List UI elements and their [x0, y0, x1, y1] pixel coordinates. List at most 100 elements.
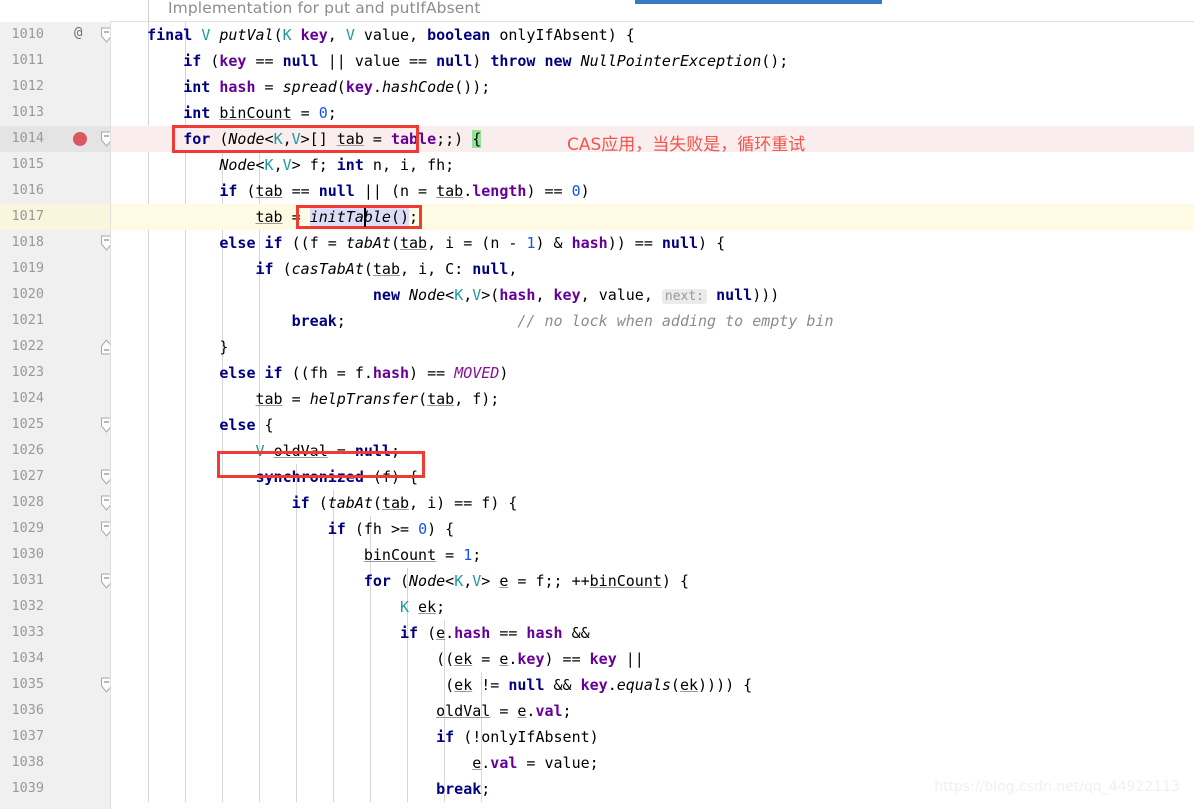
- sticky-section-header: Implementation for put and putIfAbsent: [0, 0, 1194, 22]
- gutter-line[interactable]: 1016: [0, 178, 110, 204]
- gutter-line[interactable]: 1021: [0, 308, 110, 334]
- code-line-text: int binCount = 0;: [183, 104, 337, 122]
- gutter-line[interactable]: 1013: [0, 100, 110, 126]
- gutter-line[interactable]: 1033: [0, 620, 110, 646]
- line-number: 1026: [11, 442, 44, 458]
- code-line[interactable]: }: [111, 334, 1194, 360]
- gutter-line[interactable]: 1037: [0, 724, 110, 750]
- code-line[interactable]: e.val = value;: [111, 750, 1194, 776]
- code-line-text: V oldVal = null;: [255, 442, 401, 460]
- code-line[interactable]: new Node<K,V>(hash, key, value, next: nu…: [111, 282, 1194, 308]
- code-line-text: if (key == null || value == null) throw …: [183, 52, 789, 70]
- code-line[interactable]: int hash = spread(key.hashCode());: [111, 74, 1194, 100]
- code-line[interactable]: else if ((f = tabAt(tab, i = (n - 1) & h…: [111, 230, 1194, 256]
- gutter-line[interactable]: 1024: [0, 386, 110, 412]
- line-number: 1036: [11, 702, 44, 718]
- gutter-line[interactable]: 1035: [0, 672, 112, 698]
- code-line[interactable]: Node<K,V> f; int n, i, fh;: [111, 152, 1194, 178]
- gutter-line[interactable]: 1018: [0, 230, 112, 256]
- code-line[interactable]: if (fh >= 0) {: [111, 516, 1194, 542]
- gutter-line[interactable]: 1014: [0, 126, 112, 152]
- annotation-note-cas: CAS应用，当失败是，循环重试: [567, 135, 806, 155]
- gutter-line[interactable]: 1034: [0, 646, 110, 672]
- code-line[interactable]: if (key == null || value == null) throw …: [111, 48, 1194, 74]
- line-number: 1024: [11, 390, 44, 406]
- gutter-line[interactable]: 1015: [0, 152, 110, 178]
- gutter-line[interactable]: 1027: [0, 464, 112, 490]
- gutter-line[interactable]: 1032: [0, 594, 110, 620]
- code-line[interactable]: tab = initTable();: [111, 204, 1194, 230]
- line-number: 1022: [11, 338, 44, 354]
- override-marker-icon[interactable]: @: [74, 25, 82, 41]
- line-number: 1021: [11, 312, 44, 328]
- code-line[interactable]: if (!onlyIfAbsent): [111, 724, 1194, 750]
- code-line[interactable]: if (tab == null || (n = tab.length) == 0…: [111, 178, 1194, 204]
- code-line-text: e.val = value;: [472, 754, 599, 772]
- code-line-text: for (Node<K,V> e = f;; ++binCount) {: [363, 572, 689, 590]
- line-number: 1015: [11, 156, 44, 172]
- breakpoint-icon[interactable]: [73, 132, 87, 146]
- code-line[interactable]: ((ek = e.key) == key ||: [111, 646, 1194, 672]
- line-number: 1018: [11, 234, 44, 250]
- gutter-line[interactable]: 1010 @: [0, 22, 112, 48]
- code-line[interactable]: int binCount = 0;: [111, 100, 1194, 126]
- code-line[interactable]: else {: [111, 412, 1194, 438]
- gutter-line[interactable]: 1038: [0, 750, 110, 776]
- code-line[interactable]: oldVal = e.val;: [111, 698, 1194, 724]
- code-line[interactable]: V oldVal = null;: [111, 438, 1194, 464]
- editor-gutter[interactable]: 1010 @1011 1012 1013 1014 1015 1016 1017 1018 101…: [0, 22, 112, 809]
- line-number: 1038: [11, 754, 44, 770]
- line-number: 1010: [11, 26, 44, 42]
- line-number: 1027: [11, 468, 44, 484]
- gutter-line[interactable]: 1039: [0, 776, 110, 802]
- code-line-text: Node<K,V> f; int n, i, fh;: [219, 156, 455, 174]
- code-line[interactable]: if (e.hash == hash &&: [111, 620, 1194, 646]
- line-number: 1020: [11, 286, 44, 302]
- code-line-text: if (e.hash == hash &&: [399, 624, 590, 642]
- line-number: 1013: [11, 104, 44, 120]
- code-line[interactable]: tab = helpTransfer(tab, f);: [111, 386, 1194, 412]
- gutter-line[interactable]: 1020: [0, 282, 110, 308]
- line-number: 1023: [11, 364, 44, 380]
- code-line[interactable]: synchronized (f) {: [111, 464, 1194, 490]
- watermark-url: https://blog.csdn.net/qq_44922113: [934, 779, 1180, 795]
- gutter-line[interactable]: 1019: [0, 256, 110, 282]
- code-line-text: final V putVal(K key, V value, boolean o…: [147, 26, 635, 44]
- code-line[interactable]: else if ((fh = f.hash) == MOVED): [111, 360, 1194, 386]
- code-line-text: if (casTabAt(tab, i, C: null,: [255, 260, 518, 278]
- code-line[interactable]: break; // no lock when adding to empty b…: [111, 308, 1194, 334]
- code-line[interactable]: (ek != null && key.equals(ek)))) {: [111, 672, 1194, 698]
- code-line-text: binCount = 1;: [363, 546, 482, 564]
- gutter-line[interactable]: 1028: [0, 490, 112, 516]
- line-number: 1030: [11, 546, 44, 562]
- code-line-text: synchronized (f) {: [255, 468, 419, 486]
- line-number: 1037: [11, 728, 44, 744]
- gutter-line[interactable]: 1023: [0, 360, 110, 386]
- line-number: 1025: [11, 416, 44, 432]
- gutter-line[interactable]: 1025: [0, 412, 112, 438]
- gutter-line[interactable]: 1012: [0, 74, 110, 100]
- line-number: 1011: [11, 52, 44, 68]
- gutter-line[interactable]: 1030: [0, 542, 110, 568]
- gutter-line[interactable]: 1026: [0, 438, 110, 464]
- gutter-line[interactable]: 1011: [0, 48, 110, 74]
- line-number: 1031: [11, 572, 44, 588]
- gutter-line[interactable]: 1029: [0, 516, 112, 542]
- gutter-line[interactable]: 1036: [0, 698, 110, 724]
- gutter-line[interactable]: 1031: [0, 568, 112, 594]
- sticky-header-label: Implementation for put and putIfAbsent: [168, 0, 481, 17]
- code-line[interactable]: binCount = 1;: [111, 542, 1194, 568]
- code-line[interactable]: if (casTabAt(tab, i, C: null,: [111, 256, 1194, 282]
- gutter-line[interactable]: 1017: [0, 204, 110, 230]
- code-line[interactable]: K ek;: [111, 594, 1194, 620]
- code-line[interactable]: if (tabAt(tab, i) == f) {: [111, 490, 1194, 516]
- code-line-text: tab = initTable();: [255, 208, 419, 226]
- code-line-text: new Node<K,V>(hash, key, value, next: nu…: [372, 286, 780, 304]
- line-number: 1029: [11, 520, 44, 536]
- code-line[interactable]: final V putVal(K key, V value, boolean o…: [111, 22, 1194, 48]
- code-line-text: K ek;: [399, 598, 446, 616]
- line-number: 1028: [11, 494, 44, 510]
- gutter-line[interactable]: 1022: [0, 334, 112, 360]
- code-line[interactable]: for (Node<K,V> e = f;; ++binCount) {: [111, 568, 1194, 594]
- line-number: 1016: [11, 182, 44, 198]
